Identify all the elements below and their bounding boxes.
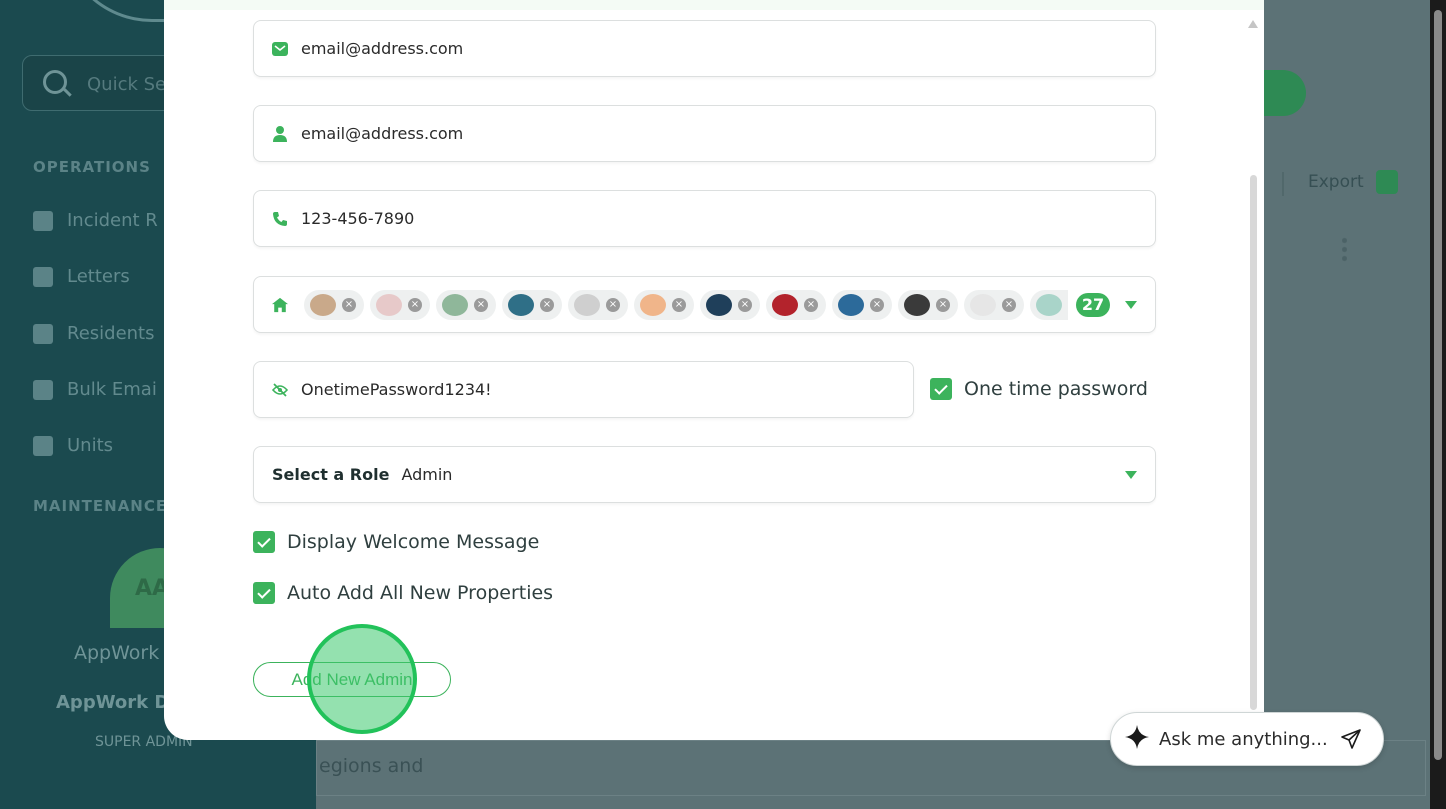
property-logo-icon xyxy=(640,293,666,316)
users-icon xyxy=(33,323,53,344)
property-logo-icon xyxy=(310,293,336,316)
send-icon[interactable] xyxy=(1341,729,1361,753)
background-divider xyxy=(1282,172,1284,196)
property-chip[interactable]: × xyxy=(304,289,364,320)
display-welcome-checkbox[interactable] xyxy=(253,531,275,553)
nav-item-letters: Letters xyxy=(33,266,130,287)
property-chip[interactable]: × xyxy=(370,289,430,320)
nav-item-residents: Residents xyxy=(33,323,155,344)
property-chip[interactable]: × xyxy=(634,289,694,320)
property-chip[interactable]: × xyxy=(766,289,826,320)
home-icon xyxy=(272,297,288,313)
assistant-placeholder: Ask me anything... xyxy=(1159,728,1328,750)
password-value: OnetimePassword1234! xyxy=(301,380,492,399)
search-icon xyxy=(43,70,67,94)
export-icon xyxy=(1376,170,1398,194)
remove-chip-icon[interactable]: × xyxy=(342,297,356,312)
nav-item-bulk-email: Bulk Emai xyxy=(33,379,157,400)
property-logo-icon xyxy=(706,293,732,316)
remove-chip-icon[interactable]: × xyxy=(540,297,554,312)
property-chip[interactable]: × xyxy=(502,289,562,320)
export-label: Export xyxy=(1308,172,1364,192)
one-time-password-checkbox[interactable] xyxy=(930,378,952,400)
user-name-short: AppWork xyxy=(74,642,160,664)
property-logo-icon xyxy=(1036,293,1062,316)
auto-add-properties-checkbox[interactable] xyxy=(253,582,275,604)
sparkle-icon xyxy=(1125,725,1149,753)
more-vertical-icon xyxy=(1342,236,1347,262)
property-logo-icon xyxy=(508,293,534,316)
one-time-password-label: One time password xyxy=(964,378,1148,400)
property-logo-icon xyxy=(772,293,798,316)
chevron-down-icon[interactable] xyxy=(1125,471,1137,479)
property-logo-icon xyxy=(970,293,996,316)
property-chip[interactable]: × xyxy=(1030,289,1068,320)
one-time-password-toggle[interactable]: One time password xyxy=(930,378,1148,400)
scroll-thumb[interactable] xyxy=(1250,175,1257,710)
phone-value: 123-456-7890 xyxy=(301,209,415,228)
remove-chip-icon[interactable]: × xyxy=(936,297,950,312)
properties-multiselect[interactable]: ××××××××××××× 27 xyxy=(253,276,1156,333)
nav-item-incidents: Incident R xyxy=(33,210,158,231)
username-field[interactable]: email@address.com xyxy=(253,105,1156,162)
user-name: AppWork De xyxy=(56,692,182,713)
remove-chip-icon[interactable]: × xyxy=(804,297,818,312)
add-new-admin-button[interactable]: Add New Admin xyxy=(253,662,451,697)
email-field[interactable]: email@address.com xyxy=(253,20,1156,77)
section-operations: OPERATIONS xyxy=(33,158,151,176)
property-logo-icon xyxy=(838,293,864,316)
phone-icon xyxy=(272,211,288,227)
more-properties-count[interactable]: 27 xyxy=(1076,292,1110,317)
scroll-up-arrow-icon[interactable] xyxy=(1248,20,1258,28)
auto-add-properties-label: Auto Add All New Properties xyxy=(287,582,554,604)
display-welcome-label: Display Welcome Message xyxy=(287,531,540,553)
property-chip[interactable]: × xyxy=(700,289,760,320)
remove-chip-icon[interactable]: × xyxy=(870,297,884,312)
role-select-label: Select a Role xyxy=(272,465,390,484)
remove-chip-icon[interactable]: × xyxy=(1002,297,1016,312)
auto-add-properties-toggle[interactable]: Auto Add All New Properties xyxy=(253,582,553,604)
modal-header-strip xyxy=(164,0,1264,10)
property-chip-list: ××××××××××××× xyxy=(304,289,1068,320)
eye-off-icon[interactable] xyxy=(272,382,288,398)
property-logo-icon xyxy=(574,293,600,316)
property-logo-icon xyxy=(376,293,402,316)
modal-scrollbar[interactable] xyxy=(1248,20,1258,710)
property-chip[interactable]: × xyxy=(898,289,958,320)
page-scrollbar[interactable] xyxy=(1430,0,1446,809)
role-select-value: Admin xyxy=(401,465,453,484)
chevron-down-icon[interactable] xyxy=(1125,301,1137,309)
property-chip[interactable]: × xyxy=(964,289,1024,320)
property-chip[interactable]: × xyxy=(568,289,628,320)
file-icon xyxy=(33,266,53,287)
remove-chip-icon[interactable]: × xyxy=(606,297,620,312)
background-search-placeholder: Quick Se xyxy=(87,74,167,95)
envelope-open-icon xyxy=(33,379,53,400)
property-logo-icon xyxy=(904,293,930,316)
user-icon xyxy=(272,125,288,142)
remove-chip-icon[interactable]: × xyxy=(408,297,422,312)
nav-item-units: Units xyxy=(33,435,113,456)
username-value: email@address.com xyxy=(301,124,464,143)
home-icon xyxy=(33,435,53,456)
display-welcome-toggle[interactable]: Display Welcome Message xyxy=(253,531,539,553)
remove-chip-icon[interactable]: × xyxy=(474,297,488,312)
remove-chip-icon[interactable]: × xyxy=(738,297,752,312)
property-chip[interactable]: × xyxy=(832,289,892,320)
role-select[interactable]: Select a Role Admin xyxy=(253,446,1156,503)
document-icon xyxy=(33,210,53,231)
phone-field[interactable]: 123-456-7890 xyxy=(253,190,1156,247)
remove-chip-icon[interactable]: × xyxy=(672,297,686,312)
add-admin-modal: email@address.com email@address.com 123-… xyxy=(164,0,1264,740)
password-field[interactable]: OnetimePassword1234! xyxy=(253,361,914,418)
property-logo-icon xyxy=(442,293,468,316)
property-chip[interactable]: × xyxy=(436,289,496,320)
section-maintenance: MAINTENANCE xyxy=(33,497,168,515)
envelope-icon xyxy=(272,41,288,57)
email-value: email@address.com xyxy=(301,39,464,58)
assistant-input[interactable]: Ask me anything... xyxy=(1110,712,1384,766)
